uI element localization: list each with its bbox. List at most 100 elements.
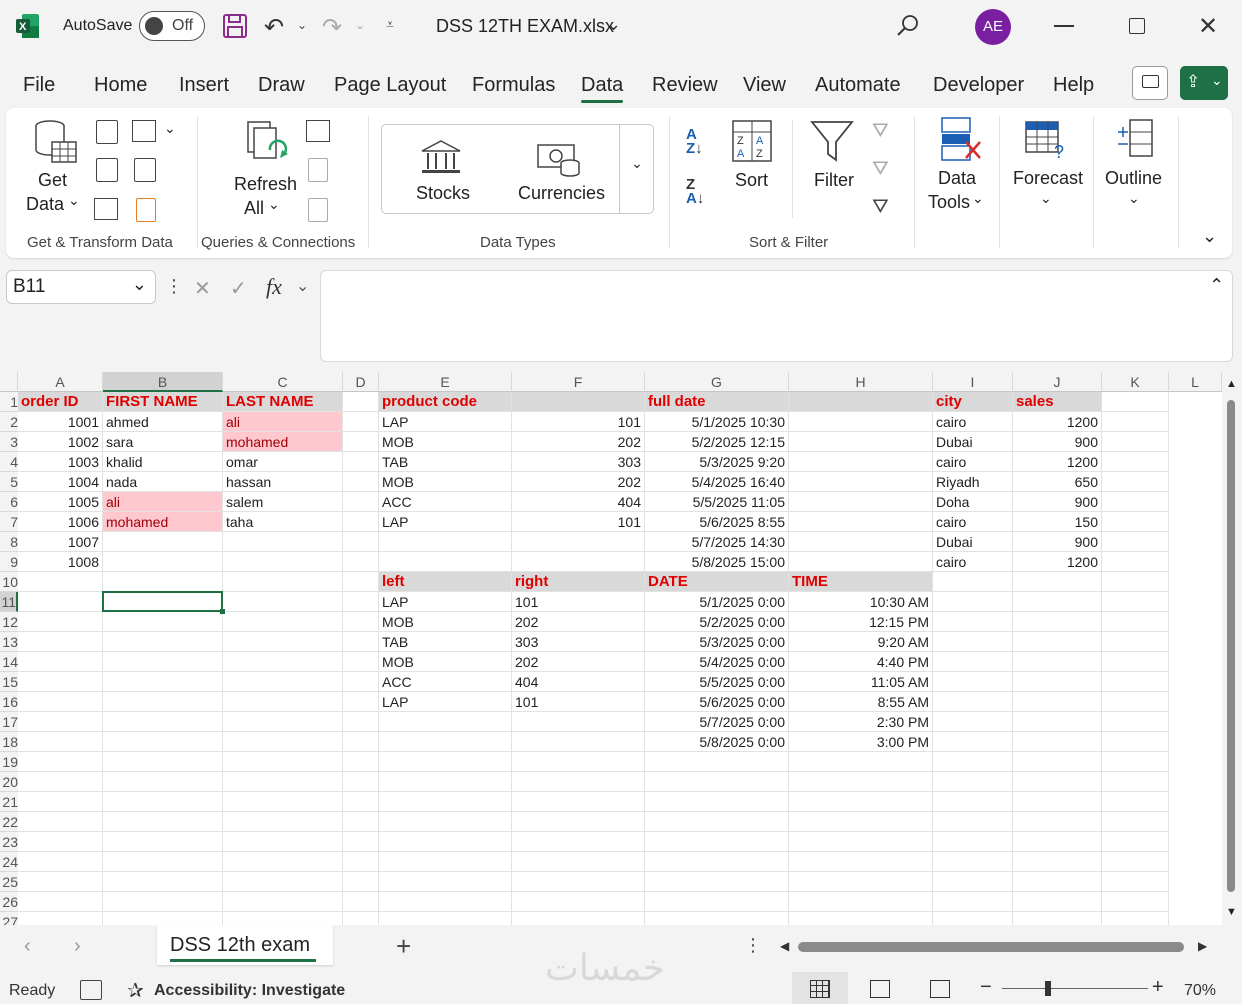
grid-cell[interactable] bbox=[343, 432, 379, 452]
grid-cell[interactable] bbox=[1102, 872, 1169, 892]
product-code-cell[interactable] bbox=[379, 532, 512, 552]
grid-cell[interactable] bbox=[103, 632, 223, 652]
grid-cell[interactable] bbox=[343, 572, 379, 592]
data-tools-label[interactable]: Data bbox=[938, 168, 976, 189]
left-cell[interactable]: LAP bbox=[379, 692, 512, 712]
tab-data[interactable]: Data bbox=[581, 74, 624, 103]
data-tools-chevron-icon[interactable]: ⌄ bbox=[972, 190, 984, 207]
grid-cell[interactable] bbox=[103, 852, 223, 872]
column-header-a[interactable]: A bbox=[18, 372, 103, 392]
grid-cell[interactable] bbox=[1102, 652, 1169, 672]
header-cell[interactable] bbox=[512, 392, 645, 412]
grid-cell[interactable] bbox=[1013, 572, 1102, 592]
product-number-cell[interactable]: 202 bbox=[512, 432, 645, 452]
recent-sources-chevron-icon[interactable]: ⌄ bbox=[164, 120, 176, 137]
header-cell[interactable]: FIRST NAME bbox=[103, 392, 223, 412]
grid-cell[interactable] bbox=[645, 752, 789, 772]
row-header[interactable]: 23 bbox=[0, 832, 18, 852]
grid-cell[interactable] bbox=[103, 692, 223, 712]
row-header[interactable]: 10 bbox=[0, 572, 18, 592]
grid-cell[interactable] bbox=[1102, 392, 1169, 412]
grid-cell[interactable] bbox=[1102, 752, 1169, 772]
grid-cell[interactable] bbox=[789, 552, 933, 572]
row-header[interactable]: 1 bbox=[0, 392, 18, 412]
grid-cell[interactable] bbox=[512, 792, 645, 812]
column-header-f[interactable]: F bbox=[512, 372, 645, 392]
grid-cell[interactable] bbox=[343, 732, 379, 752]
right-cell[interactable]: 101 bbox=[512, 592, 645, 612]
grid-cell[interactable] bbox=[1102, 772, 1169, 792]
normal-view-button[interactable] bbox=[792, 972, 848, 1004]
sales-cell[interactable]: 900 bbox=[1013, 432, 1102, 452]
grid-cell[interactable] bbox=[18, 692, 103, 712]
grid-cell[interactable] bbox=[1013, 692, 1102, 712]
grid-cell[interactable] bbox=[645, 832, 789, 852]
grid-cell[interactable] bbox=[1102, 552, 1169, 572]
grid-cell[interactable] bbox=[933, 752, 1013, 772]
product-code-cell[interactable]: MOB bbox=[379, 432, 512, 452]
header-cell[interactable]: left bbox=[379, 572, 512, 592]
grid-cell[interactable] bbox=[789, 532, 933, 552]
grid-cell[interactable] bbox=[645, 772, 789, 792]
grid-cell[interactable] bbox=[103, 672, 223, 692]
header-cell[interactable]: DATE bbox=[645, 572, 789, 592]
grid-cell[interactable] bbox=[1013, 892, 1102, 912]
maximize-icon[interactable] bbox=[1129, 18, 1145, 34]
grid-cell[interactable] bbox=[343, 452, 379, 472]
grid-cell[interactable] bbox=[223, 692, 343, 712]
row-header[interactable]: 19 bbox=[0, 752, 18, 772]
grid-cell[interactable] bbox=[1102, 432, 1169, 452]
grid-cell[interactable] bbox=[933, 612, 1013, 632]
tab-page-layout[interactable]: Page Layout bbox=[334, 74, 446, 97]
queries-connections-icon[interactable] bbox=[306, 120, 330, 142]
row-header[interactable]: 22 bbox=[0, 812, 18, 832]
grid-cell[interactable] bbox=[512, 832, 645, 852]
grid-cell[interactable] bbox=[103, 612, 223, 632]
grid-cell[interactable] bbox=[103, 892, 223, 912]
grid-cell[interactable] bbox=[18, 632, 103, 652]
right-cell[interactable] bbox=[512, 732, 645, 752]
product-number-cell[interactable]: 101 bbox=[512, 512, 645, 532]
autosave-toggle[interactable]: Off bbox=[139, 11, 205, 41]
new-sheet-icon[interactable]: + bbox=[396, 931, 411, 962]
share-button[interactable]: ⇪ ⌄ bbox=[1180, 66, 1228, 100]
grid-cell[interactable] bbox=[933, 912, 1013, 925]
grid-cell[interactable] bbox=[103, 912, 223, 925]
get-data-chevron-icon[interactable]: ⌄ bbox=[68, 192, 80, 209]
worksheet-grid[interactable]: A B C D E F G H I J K L 1 2 3 4 5 6 7 8 9 10 11 12 13 14 15 16 17 18 1… bbox=[0, 372, 1222, 925]
header-cell[interactable]: right bbox=[512, 572, 645, 592]
row-header[interactable]: 16 bbox=[0, 692, 18, 712]
time-cell[interactable]: 8:55 AM bbox=[789, 692, 933, 712]
date-cell[interactable]: 5/7/2025 0:00 bbox=[645, 712, 789, 732]
header-cell[interactable]: city bbox=[933, 392, 1013, 412]
data-tools-icon[interactable] bbox=[940, 116, 982, 162]
grid-cell[interactable] bbox=[1013, 812, 1102, 832]
hscroll-left-icon[interactable]: ◀ bbox=[780, 939, 789, 953]
grid-cell[interactable] bbox=[1102, 472, 1169, 492]
grid-cell[interactable] bbox=[512, 772, 645, 792]
undo-dropdown-icon[interactable]: ⌄ bbox=[297, 18, 307, 32]
grid-cell[interactable] bbox=[18, 892, 103, 912]
row-header[interactable]: 15 bbox=[0, 672, 18, 692]
grid-cell[interactable] bbox=[789, 912, 933, 925]
row-header[interactable]: 4 bbox=[0, 452, 18, 472]
grid-cell[interactable] bbox=[1013, 732, 1102, 752]
next-sheet-icon[interactable]: › bbox=[74, 935, 81, 958]
date-cell[interactable]: 5/4/2025 0:00 bbox=[645, 652, 789, 672]
horizontal-scroll-thumb[interactable] bbox=[798, 942, 1184, 952]
grid-cell[interactable] bbox=[789, 432, 933, 452]
grid-cell[interactable] bbox=[103, 872, 223, 892]
grid-cell[interactable] bbox=[933, 792, 1013, 812]
grid-cell[interactable] bbox=[1102, 592, 1169, 612]
grid-cell[interactable] bbox=[343, 512, 379, 532]
row-header[interactable]: 6 bbox=[0, 492, 18, 512]
sales-cell[interactable]: 1200 bbox=[1013, 452, 1102, 472]
grid-cell[interactable] bbox=[103, 792, 223, 812]
grid-cell[interactable] bbox=[1102, 492, 1169, 512]
grid-cell[interactable] bbox=[789, 892, 933, 912]
grid-cell[interactable] bbox=[343, 692, 379, 712]
last-name-cell[interactable]: ali bbox=[223, 412, 343, 432]
grid-cell[interactable] bbox=[789, 752, 933, 772]
sort-icon[interactable]: ZAAZ bbox=[732, 120, 772, 162]
grid-cell[interactable] bbox=[1102, 632, 1169, 652]
